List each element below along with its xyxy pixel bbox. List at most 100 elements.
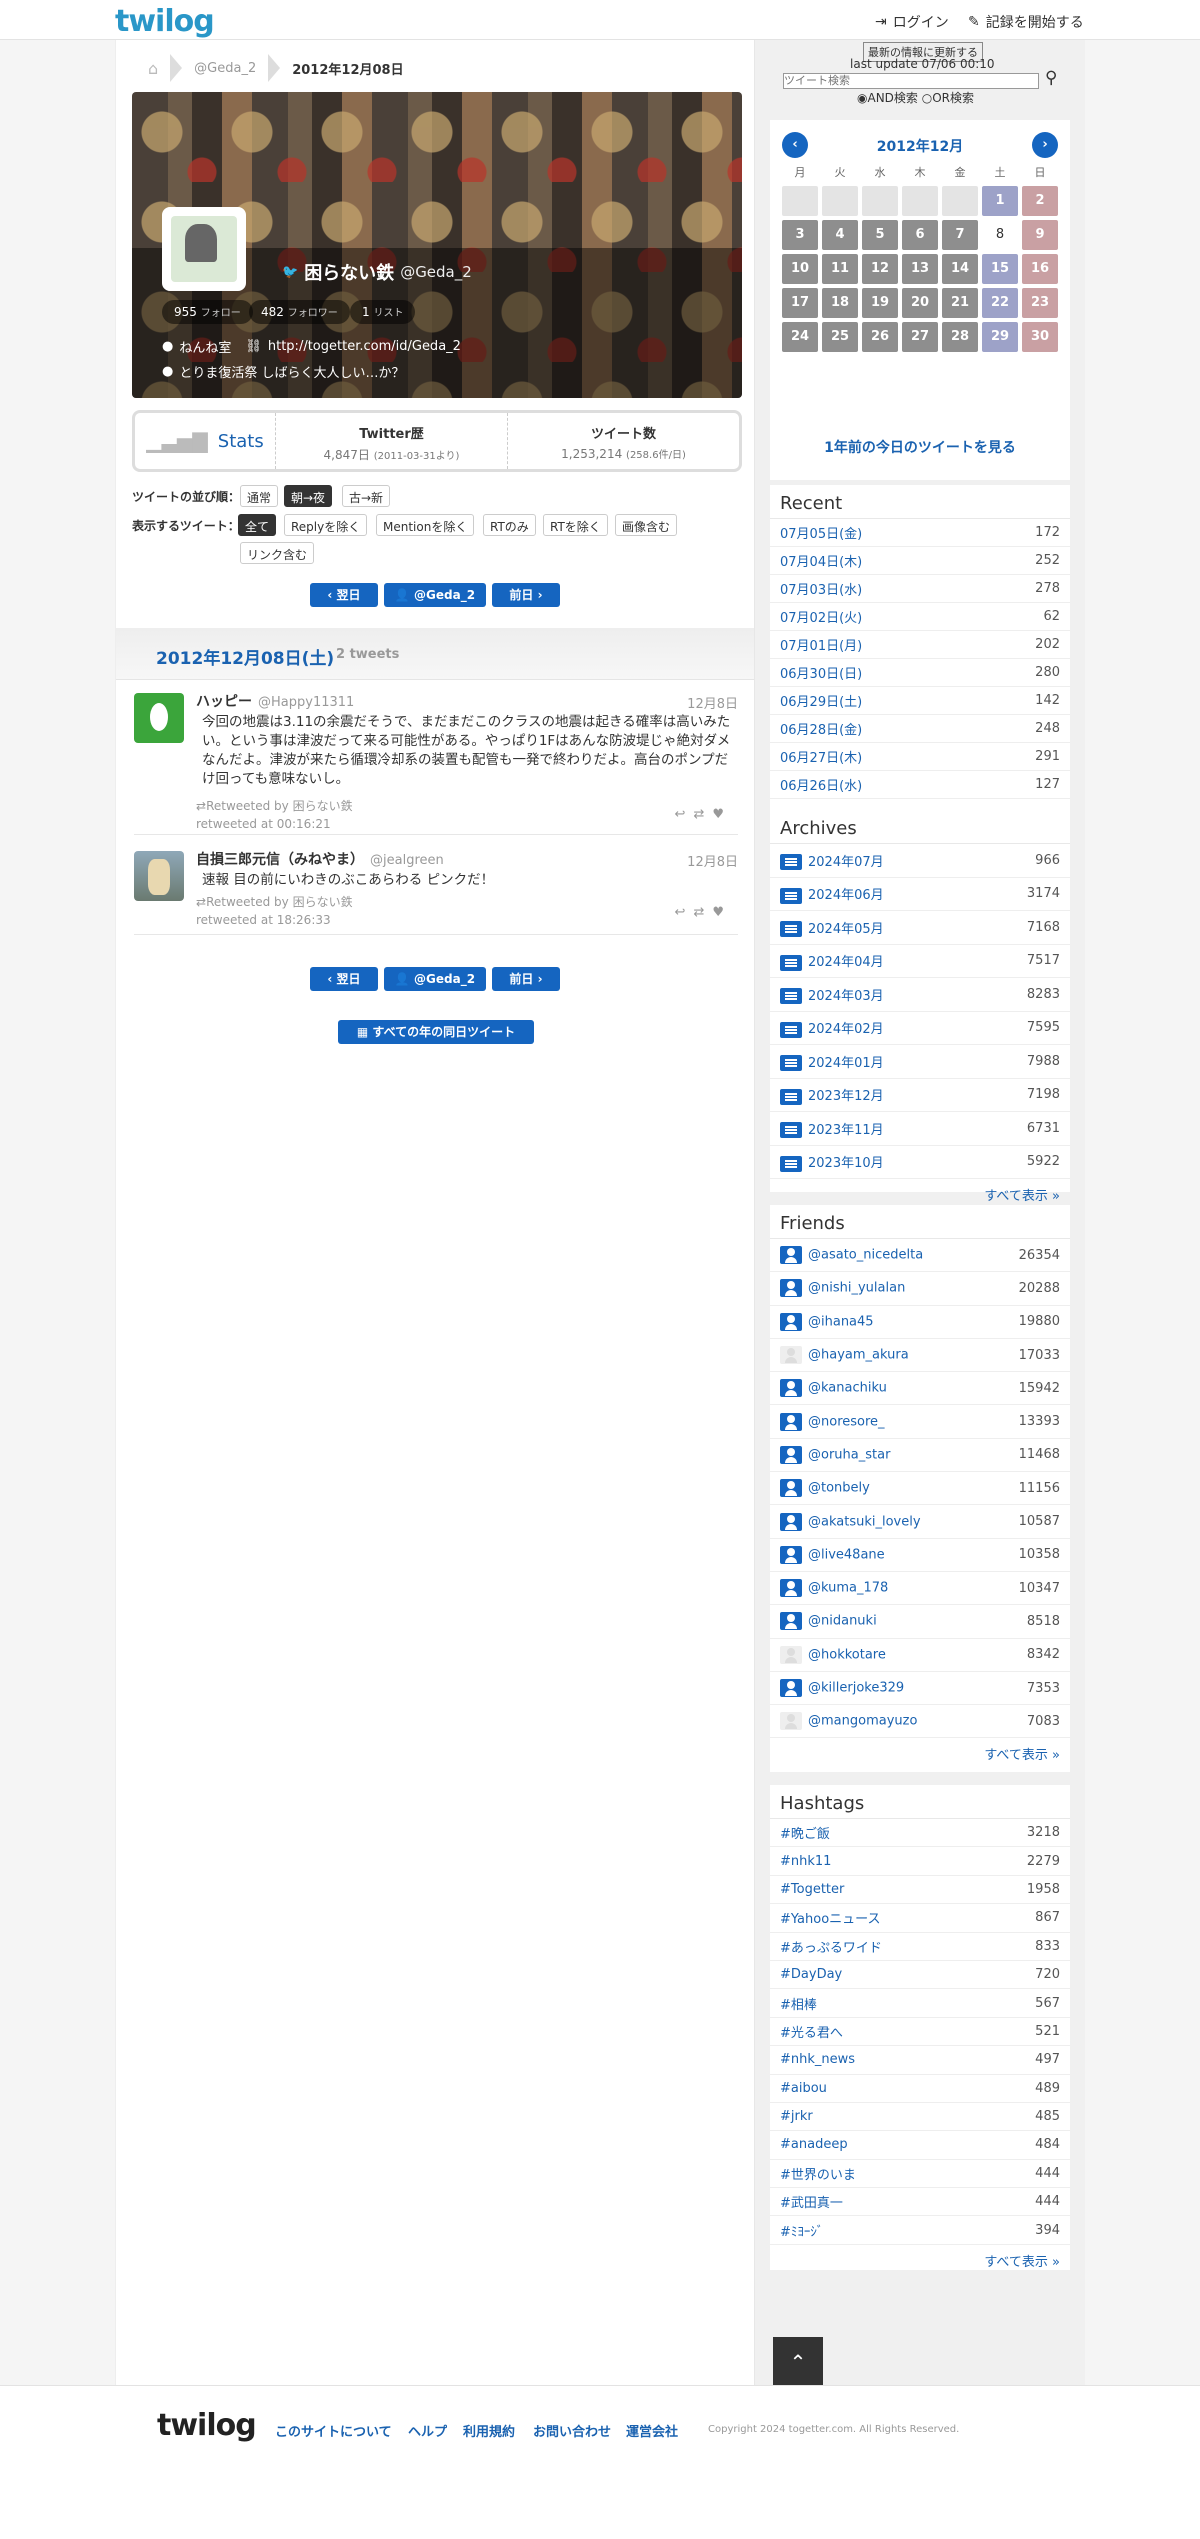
breadcrumb-user[interactable]: @Geda_2 [182, 61, 268, 76]
friend-item[interactable]: @kanachiku 15942 [770, 1372, 1070, 1406]
calendar-day[interactable]: 4 [822, 220, 858, 250]
recent-item[interactable]: 06月29日(土) 142 [770, 687, 1070, 715]
hashtag-item[interactable]: #晩ご飯 3218 [770, 1819, 1070, 1848]
hashtag-item[interactable]: #光る君へ 521 [770, 2018, 1070, 2047]
archive-item[interactable]: 2024年01月 7988 [770, 1045, 1070, 1079]
footer-about-link[interactable]: このサイトについて [275, 2421, 392, 2440]
archive-item[interactable]: 2024年02月 7595 [770, 1012, 1070, 1045]
calendar-day[interactable]: 14 [942, 254, 978, 284]
tweet-date[interactable]: 12月8日 [687, 851, 738, 870]
archive-item[interactable]: 2024年07月 966 [770, 844, 1070, 878]
friend-item[interactable]: @nidanuki 8518 [770, 1605, 1070, 1639]
hashtag-item[interactable]: #Yahooニュース 867 [770, 1904, 1070, 1933]
friend-item[interactable]: @live48ane 10358 [770, 1539, 1070, 1572]
login-link[interactable]: ⇥ ログイン [875, 12, 949, 32]
hashtag-item[interactable]: #ﾐﾖｰｼﾞ 394 [770, 2216, 1070, 2245]
calendar-day[interactable]: 3 [782, 220, 818, 250]
filter-no-reply-button[interactable]: Replyを除く [284, 514, 368, 536]
hashtag-item[interactable]: #Togetter 1958 [770, 1876, 1070, 1905]
hashtag-item[interactable]: #あっぷるワイド 833 [770, 1933, 1070, 1961]
hashtags-show-all-link[interactable]: すべて表示 » [770, 2245, 1070, 2276]
footer-terms-link[interactable]: 利用規約 [463, 2421, 515, 2440]
recent-item[interactable]: 06月28日(金) 248 [770, 715, 1070, 743]
friend-item[interactable]: @noresore_ 13393 [770, 1405, 1070, 1439]
profile-url[interactable]: http://togetter.com/id/Geda_2 [268, 339, 461, 354]
follower-count-badge[interactable]: 482 フォロワー [249, 300, 350, 324]
calendar-day[interactable]: 10 [782, 254, 818, 284]
hashtag-item[interactable]: #nhk11 2279 [770, 1847, 1070, 1876]
calendar-day[interactable]: 9 [1022, 220, 1058, 250]
order-normal-button[interactable]: 通常 [240, 485, 279, 507]
filter-rt-only-button[interactable]: RTのみ [483, 514, 536, 536]
friend-item[interactable]: @kuma_178 10347 [770, 1572, 1070, 1606]
search-input[interactable] [783, 73, 1039, 89]
friend-item[interactable]: @hayam_akura 17033 [770, 1339, 1070, 1373]
recent-item[interactable]: 07月05日(金) 172 [770, 519, 1070, 547]
profile-name[interactable]: 🐦 困らない鉄 @Geda_2 [282, 259, 472, 285]
start-recording-link[interactable]: ✎ 記録を開始する [968, 12, 1084, 32]
next-day-button[interactable]: ‹ 翌日 [310, 967, 378, 991]
recent-item[interactable]: 06月26日(水) 127 [770, 771, 1070, 799]
hashtag-item[interactable]: #nhk_news 497 [770, 2046, 1070, 2075]
calendar-day[interactable]: 26 [862, 322, 898, 352]
hashtag-item[interactable]: #武田真一 444 [770, 2188, 1070, 2217]
follow-count-badge[interactable]: 955 フォロー [162, 300, 253, 324]
search-icon[interactable]: ⚲ [1045, 68, 1057, 88]
order-morning-night-button[interactable]: 朝→夜 [284, 485, 333, 507]
all-years-same-day-button[interactable]: ▦ すべての年の同日ツイート [338, 1020, 534, 1044]
calendar-day[interactable]: 1 [982, 186, 1018, 216]
year-ago-link[interactable]: 1年前の今日のツイートを見る [770, 437, 1070, 457]
calendar-day[interactable]: 24 [782, 322, 818, 352]
calendar-day[interactable]: 7 [942, 220, 978, 250]
hashtag-item[interactable]: #anadeep 484 [770, 2131, 1070, 2160]
user-home-button[interactable]: 👤 @Geda_2 [384, 583, 486, 607]
tweet-author[interactable]: ハッピー @Happy11311 [196, 691, 354, 711]
recent-item[interactable]: 07月04日(木) 252 [770, 547, 1070, 575]
calendar-day[interactable]: 2 [1022, 186, 1058, 216]
calendar-day[interactable]: 13 [902, 254, 938, 284]
footer-company-link[interactable]: 運営会社 [626, 2421, 678, 2440]
hashtag-item[interactable]: #世界のいま 444 [770, 2160, 1070, 2189]
footer-contact-link[interactable]: お問い合わせ [533, 2421, 611, 2440]
archive-item[interactable]: 2024年03月 8283 [770, 978, 1070, 1012]
calendar-day[interactable]: 25 [822, 322, 858, 352]
avatar[interactable] [162, 207, 246, 291]
prev-day-button[interactable]: 前日 › [492, 967, 560, 991]
prev-day-button[interactable]: 前日 › [492, 583, 560, 607]
stats-link[interactable]: ▁▃▅▇ Stats [135, 413, 275, 469]
hashtag-item[interactable]: #jrkr 485 [770, 2103, 1070, 2132]
archive-item[interactable]: 2023年11月 6731 [770, 1112, 1070, 1146]
friends-show-all-link[interactable]: すべて表示 » [770, 1738, 1070, 1769]
tweet-actions[interactable]: ↩⇄♥ [675, 905, 732, 920]
next-day-button[interactable]: ‹ 翌日 [310, 583, 378, 607]
calendar-title[interactable]: 2012年12月 [770, 136, 1070, 156]
filter-no-mention-button[interactable]: Mentionを除く [376, 514, 475, 536]
recent-item[interactable]: 06月27日(木) 291 [770, 743, 1070, 771]
calendar-next-icon[interactable]: › [1032, 132, 1058, 158]
calendar-day[interactable]: 20 [902, 288, 938, 318]
hashtag-item[interactable]: #相棒 567 [770, 1989, 1070, 2018]
friend-item[interactable]: @asato_nicedelta 26354 [770, 1239, 1070, 1273]
filter-no-rt-button[interactable]: RTを除く [543, 514, 608, 536]
calendar-day[interactable]: 29 [982, 322, 1018, 352]
archive-item[interactable]: 2024年06月 3174 [770, 878, 1070, 911]
or-radio[interactable]: ○ [922, 91, 932, 105]
site-logo[interactable]: twilog [115, 4, 215, 39]
filter-links-button[interactable]: リンク含む [240, 542, 315, 564]
hashtag-item[interactable]: #DayDay 720 [770, 1961, 1070, 1990]
tweet-author[interactable]: 自損三郎元信（みねやま） @jealgreen [196, 849, 444, 869]
recent-item[interactable]: 07月01日(月) 202 [770, 631, 1070, 659]
friend-item[interactable]: @ihana45 19880 [770, 1306, 1070, 1339]
calendar-day[interactable]: 22 [982, 288, 1018, 318]
friend-item[interactable]: @tonbely 11156 [770, 1472, 1070, 1506]
tweet-avatar[interactable] [134, 693, 184, 743]
calendar-day[interactable]: 19 [862, 288, 898, 318]
archive-item[interactable]: 2024年05月 7168 [770, 911, 1070, 945]
retweeted-at[interactable]: retweeted at 00:16:21 [196, 817, 331, 831]
scroll-to-top-button[interactable]: ⌃ [773, 2337, 823, 2387]
friend-item[interactable]: @oruha_star 11468 [770, 1439, 1070, 1473]
calendar-day[interactable]: 12 [862, 254, 898, 284]
footer-logo[interactable]: twilog [157, 2408, 257, 2443]
calendar-day[interactable]: 21 [942, 288, 978, 318]
calendar-day[interactable]: 30 [1022, 322, 1058, 352]
